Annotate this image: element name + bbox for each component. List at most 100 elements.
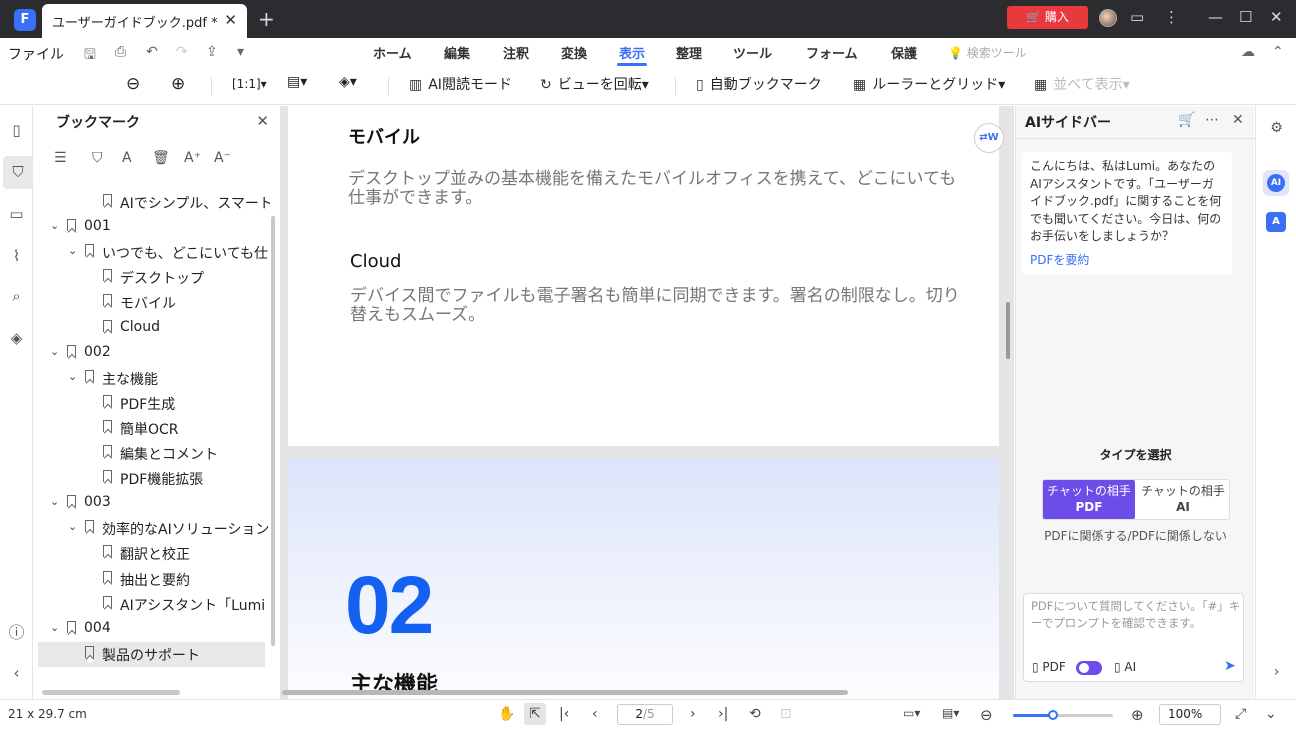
actual-size-icon[interactable]: [1:1]▾: [232, 77, 267, 91]
undo-icon[interactable]: ↶: [146, 44, 158, 60]
new-tab-icon[interactable]: +: [258, 7, 275, 31]
reading-mode-icon[interactable]: ⌄: [1265, 706, 1277, 722]
bookmark-item[interactable]: ⌄ 003: [38, 491, 270, 516]
zoom-in-status-icon[interactable]: ⊕: [1131, 706, 1144, 724]
avatar[interactable]: [1099, 9, 1117, 27]
send-icon[interactable]: ➤: [1224, 658, 1236, 674]
page-number-input[interactable]: 2/5: [617, 704, 673, 725]
file-menu[interactable]: ファイル: [8, 44, 64, 64]
help-icon[interactable]: ⓘ: [0, 616, 33, 649]
minimize-icon[interactable]: —: [1208, 8, 1223, 26]
attachments-icon[interactable]: ⌇: [0, 240, 33, 273]
cart-icon[interactable]: 🛒: [1178, 112, 1195, 128]
rotate-view-button[interactable]: ↻ ビューを回転▾: [540, 74, 649, 94]
fullscreen-icon[interactable]: ⤢: [1235, 706, 1246, 722]
crop-icon[interactable]: ⊡: [780, 706, 792, 722]
bookmark-item[interactable]: ⌄ 001: [38, 215, 270, 240]
ai-question-input[interactable]: PDFについて質問してください。「#」キーでプロンプトを確認できます。 ▯ PD…: [1023, 593, 1244, 682]
bookmark-item[interactable]: PDF機能拡張: [38, 466, 270, 491]
translate-panel-icon[interactable]: A: [1266, 212, 1286, 232]
delete-bookmark-icon[interactable]: 🗑: [152, 150, 170, 166]
close-tab-icon[interactable]: ✕: [224, 11, 237, 29]
chat-with-ai-option[interactable]: チャットの相手 AI: [1137, 480, 1229, 519]
chevron-down-icon[interactable]: ⌄: [50, 219, 59, 232]
save-icon[interactable]: 🖫: [84, 44, 96, 68]
expand-right-icon[interactable]: ›: [1256, 664, 1296, 680]
cloud-upload-icon[interactable]: ☁: [1241, 44, 1255, 60]
bookmark-options-icon[interactable]: ☰: [54, 150, 67, 166]
increase-font-icon[interactable]: A⁺: [184, 150, 201, 166]
bookmark-item[interactable]: デスクトップ: [38, 265, 270, 290]
prev-page-icon[interactable]: ‹: [592, 706, 598, 722]
tab-tools[interactable]: ツール: [733, 43, 772, 62]
fit-mode-icon[interactable]: ▭▾: [903, 706, 920, 720]
collapse-left-icon[interactable]: ‹: [0, 657, 33, 690]
maximize-icon[interactable]: ☐: [1239, 8, 1252, 26]
bookmark-item[interactable]: 製品のサポート: [38, 641, 265, 667]
chevron-down-icon[interactable]: ⌄: [50, 345, 59, 358]
tab-view[interactable]: 表示: [619, 43, 645, 62]
ruler-grid-button[interactable]: ▦ ルーラーとグリッド▾: [853, 74, 1005, 94]
document-scrollbar[interactable]: [1006, 302, 1010, 359]
bookmark-item[interactable]: ⌄ 効率的なAIソリューション: [38, 516, 270, 541]
layers-icon[interactable]: ◈: [0, 322, 33, 355]
customize-dropdown-icon[interactable]: ▾: [237, 44, 244, 60]
zoom-select[interactable]: 100% ⌄: [1159, 704, 1221, 729]
ai-assistant-button[interactable]: AI: [1263, 170, 1289, 196]
tab-form[interactable]: フォーム: [806, 43, 858, 62]
bookmark-item[interactable]: PDF生成: [38, 391, 270, 416]
zoom-out-icon[interactable]: ⊖: [126, 74, 140, 94]
auto-bookmark-button[interactable]: ▯ 自動ブックマーク: [696, 74, 822, 94]
rename-bookmark-icon[interactable]: A: [122, 150, 132, 166]
mode-toggle-switch[interactable]: [1076, 661, 1102, 675]
bookmark-item[interactable]: ⌄ いつでも、どこにいても仕: [38, 240, 270, 265]
bookmark-item[interactable]: モバイル: [38, 290, 270, 315]
more-menu-icon[interactable]: ⋮: [1164, 8, 1179, 26]
bookmark-item[interactable]: 簡単OCR: [38, 416, 270, 441]
next-page-icon[interactable]: ›: [690, 706, 696, 722]
bookmark-h-scrollbar[interactable]: [42, 690, 180, 695]
add-bookmark-icon[interactable]: ⛉: [92, 150, 103, 166]
print-icon[interactable]: ⎙: [115, 44, 126, 60]
feedback-icon[interactable]: ▭: [1130, 8, 1144, 26]
close-window-icon[interactable]: ✕: [1270, 8, 1283, 26]
translate-icon[interactable]: ⇄W: [974, 123, 1004, 153]
zoom-slider-handle[interactable]: [1048, 710, 1058, 720]
thumbnails-icon[interactable]: ▯: [0, 114, 33, 147]
bookmark-item[interactable]: 抽出と要約: [38, 567, 270, 592]
rotate-page-icon[interactable]: ⟲: [749, 706, 761, 722]
comments-icon[interactable]: ▭: [0, 198, 33, 231]
tab-convert[interactable]: 変換: [561, 43, 587, 62]
chat-with-pdf-option[interactable]: チャットの相手 PDF: [1043, 480, 1135, 519]
bookmark-item[interactable]: ⌄ 004: [38, 617, 270, 642]
tab-protect[interactable]: 保護: [891, 43, 917, 62]
ai-reading-mode-button[interactable]: ▥ AI閲読モード: [409, 74, 512, 94]
redo-icon[interactable]: ↷: [176, 44, 188, 60]
collapse-ribbon-icon[interactable]: ⌃: [1272, 44, 1284, 60]
last-page-icon[interactable]: ›|: [718, 706, 728, 722]
bookmark-item[interactable]: ⌄ 002: [38, 341, 270, 366]
bookmark-item[interactable]: Cloud: [38, 316, 270, 341]
search-icon[interactable]: ⌕: [0, 280, 33, 313]
bookmarks-panel-icon[interactable]: ⛉: [3, 156, 33, 189]
side-by-side-button[interactable]: ▦ 並べて表示▾: [1034, 74, 1130, 94]
select-tool-icon[interactable]: ⇱: [524, 703, 546, 725]
chevron-down-icon[interactable]: ⌄: [50, 621, 59, 634]
tab-edit[interactable]: 編集: [444, 43, 470, 62]
properties-icon[interactable]: ⚙: [1256, 120, 1296, 136]
tab-home[interactable]: ホーム: [373, 43, 412, 62]
share-icon[interactable]: ⇪: [206, 44, 218, 60]
chevron-down-icon[interactable]: ⌄: [68, 370, 77, 383]
zoom-out-status-icon[interactable]: ⊖: [980, 706, 993, 724]
document-h-scrollbar[interactable]: [282, 690, 848, 695]
document-tab[interactable]: ユーザーガイドブック.pdf * ✕: [42, 4, 247, 38]
chevron-down-icon[interactable]: ⌄: [68, 244, 77, 257]
chevron-down-icon[interactable]: ⌄: [50, 495, 59, 508]
bookmark-item[interactable]: AIでシンプル、スマートな: [38, 190, 270, 215]
chevron-down-icon[interactable]: ⌄: [68, 520, 77, 533]
decrease-font-icon[interactable]: A⁻: [214, 150, 231, 166]
close-sidebar-icon[interactable]: ✕: [1232, 112, 1244, 128]
bookmark-item[interactable]: 編集とコメント: [38, 441, 270, 466]
bookmark-item[interactable]: AIアシスタント「Lumi: [38, 592, 270, 617]
tab-organize[interactable]: 整理: [676, 43, 702, 62]
